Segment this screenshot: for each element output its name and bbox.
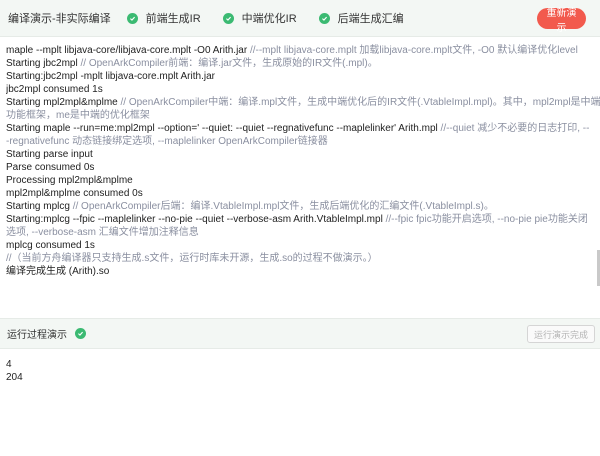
check-circle-icon (126, 12, 138, 24)
step-label: 后端生成汇编 (337, 13, 404, 25)
console-command: Starting mpl2mpl&mplme (6, 97, 121, 108)
output-line: 4 (6, 359, 12, 370)
console-line: Parse consumed 0s (6, 161, 600, 174)
run-section-header: 运行过程演示 运行演示完成 (0, 318, 600, 349)
console-command: Starting mplcg (6, 201, 73, 212)
console-line: Starting:mplcg --fpic --maplelinker --no… (6, 213, 600, 226)
restart-demo-button[interactable]: 重新演示 (537, 8, 586, 34)
console-line: mplcg consumed 1s (6, 239, 600, 252)
run-output: 4 204 (6, 358, 23, 384)
step-backend: 后端生成汇编 (318, 10, 404, 26)
console-line: Starting mpl2mpl&mplme // OpenArkCompile… (6, 96, 600, 109)
console-comment: //--mplt libjava-core.mplt 加载libjava-cor… (249, 45, 578, 56)
console-comment: 选项, --verbose-asm 汇编文件增加注释信息 (6, 227, 199, 238)
console-line: Starting:jbc2mpl -mplt libjava-core.mplt… (6, 70, 600, 83)
console-line: Starting jbc2mpl // OpenArkCompiler前端：编译… (6, 57, 600, 70)
console-command: maple --mplt libjava-core/libjava-core.m… (6, 45, 250, 56)
compile-console-log: maple --mplt libjava-core/libjava-core.m… (0, 37, 600, 318)
console-line: Starting maple --run=me:mpl2mpl --option… (6, 122, 600, 135)
console-command: 编译完成生成 (Arith).so (6, 266, 110, 277)
console-comment: //--quiet 减少不必要的日志打印, -- (440, 123, 590, 134)
console-line: jbc2mpl consumed 1s (6, 83, 600, 96)
console-comment: //（当前方舟编译器只支持生成.s文件，运行时库未开源，生成.so的过程不做演示… (6, 253, 378, 264)
console-command: mpl2mpl&mplme consumed 0s (6, 188, 143, 199)
console-command: Parse consumed 0s (6, 162, 95, 173)
console-command: Starting:mplcg --fpic --maplelinker --no… (6, 214, 386, 225)
check-circle-icon (75, 328, 86, 339)
console-line: //（当前方舟编译器只支持生成.s文件，运行时库未开源，生成.so的过程不做演示… (6, 252, 600, 265)
check-circle-icon (318, 12, 330, 24)
console-comment: 功能框架，me是中端的优化框架 (6, 110, 150, 121)
console-line: Starting mplcg // OpenArkCompiler后端：编译.V… (6, 200, 600, 213)
output-line: 204 (6, 372, 23, 383)
console-line: mpl2mpl&mplme consumed 0s (6, 187, 600, 200)
console-comment: // OpenArkCompiler前端：编译.jar文件，生成原始的IR文件(… (80, 58, 378, 69)
console-command: Starting maple --run=me:mpl2mpl --option… (6, 123, 441, 134)
check-circle-icon (222, 12, 234, 24)
run-section-title: 运行过程演示 (7, 330, 67, 341)
console-comment: //--fpic fpic功能开启选项, --no-pie pie功能关闭 (385, 214, 588, 225)
demo-title: 编译演示-非实际编译 (8, 13, 111, 25)
console-line: Processing mpl2mpl&mplme (6, 174, 600, 187)
console-command: Starting parse input (6, 149, 93, 160)
run-complete-button[interactable]: 运行演示完成 (526, 325, 595, 343)
console-line: 编译完成生成 (Arith).so (6, 265, 600, 278)
console-command: mplcg consumed 1s (6, 240, 95, 251)
step-label: 前端生成IR (145, 13, 201, 25)
console-command: Processing mpl2mpl&mplme (6, 175, 133, 186)
console-command: jbc2mpl consumed 1s (6, 84, 103, 95)
demo-header: 编译演示-非实际编译 前端生成IR 中端优化IR 后端生成汇编 重新演示 (0, 0, 600, 37)
console-comment: // OpenArkCompiler后端：编译.VtableImpl.mpl文件… (72, 201, 494, 212)
step-frontend: 前端生成IR (126, 10, 201, 26)
console-line: Starting parse input (6, 148, 600, 161)
console-command: Starting jbc2mpl (6, 58, 81, 69)
console-line: maple --mplt libjava-core/libjava-core.m… (6, 44, 600, 57)
console-comment: // OpenArkCompiler中端：编译.mpl文件，生成中端优化后的IR… (120, 97, 600, 108)
console-line: -regnativefunc 动态链接绑定选项, --maplelinker O… (6, 135, 600, 148)
console-command: Starting:jbc2mpl -mplt libjava-core.mplt… (6, 71, 215, 82)
console-line: 功能框架，me是中端的优化框架 (6, 109, 600, 122)
step-midend: 中端优化IR (222, 10, 297, 26)
console-comment: -regnativefunc 动态链接绑定选项, --maplelinker O… (6, 136, 328, 147)
console-line: 选项, --verbose-asm 汇编文件增加注释信息 (6, 226, 600, 239)
step-label: 中端优化IR (241, 13, 297, 25)
